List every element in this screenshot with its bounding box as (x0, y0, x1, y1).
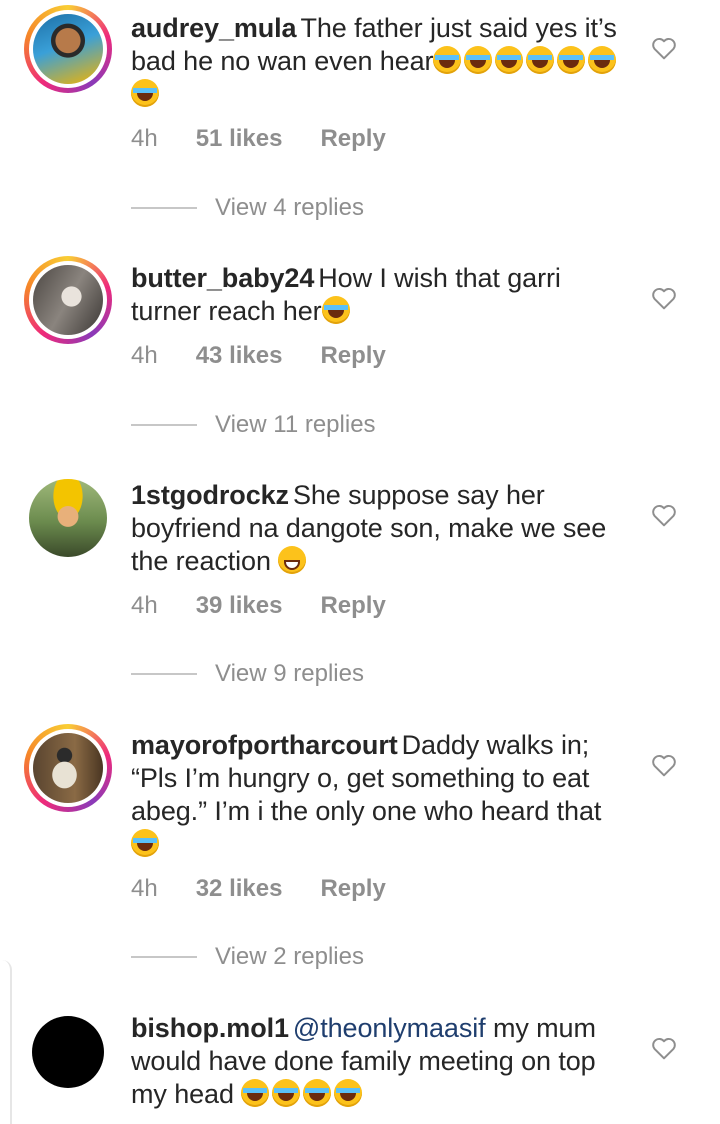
like-heart-icon[interactable] (651, 1036, 677, 1060)
tears-of-joy-emoji-icon (495, 46, 524, 74)
grinning-emoji-icon (278, 546, 307, 574)
comment-meta: 4h 39 likes Reply (131, 592, 424, 620)
tears-of-joy-emoji-icon (588, 46, 617, 74)
tears-of-joy-emoji-icon (321, 296, 350, 324)
avatar-image (33, 14, 103, 84)
comment-meta: 4h 51 likes Reply (131, 125, 424, 153)
comment-time: 4h (131, 342, 158, 369)
tears-of-joy-emoji-icon (131, 79, 159, 107)
tears-of-joy-emoji-icon (303, 1079, 332, 1107)
view-replies-button[interactable]: View 4 replies (131, 194, 364, 222)
tears-of-joy-emoji-icon (557, 46, 586, 74)
avatar[interactable] (24, 724, 112, 812)
view-replies-label: View 9 replies (215, 660, 364, 687)
tears-of-joy-emoji-icon (131, 829, 159, 857)
divider (131, 956, 197, 958)
view-replies-label: View 2 replies (215, 943, 364, 970)
avatar[interactable] (24, 256, 112, 344)
tears-of-joy-emoji-icon (334, 1079, 363, 1107)
avatar-image (32, 1016, 104, 1088)
like-heart-icon[interactable] (651, 503, 677, 527)
reply-button[interactable]: Reply (320, 592, 385, 619)
view-replies-label: View 11 replies (215, 411, 376, 438)
scroll-edge (0, 960, 12, 1124)
comment-username[interactable]: 1stgodrockz (131, 480, 289, 510)
tears-of-joy-emoji-icon (464, 46, 493, 74)
avatar-image (29, 479, 107, 557)
comment-meta: 4h 43 likes Reply (131, 342, 424, 370)
comment-text: 1stgodrockz She suppose say her boyfriend… (131, 479, 631, 578)
comment-username[interactable]: butter_baby24 (131, 263, 314, 293)
likes-count[interactable]: 51 likes (196, 125, 283, 152)
avatar[interactable] (24, 474, 112, 562)
comment-text: audrey_mula The father just said yes it’s… (131, 12, 631, 111)
likes-count[interactable]: 32 likes (196, 875, 283, 902)
tears-of-joy-emoji-icon (272, 1079, 301, 1107)
comment-text: mayorofportharcourt Daddy walks in; “Pls … (131, 729, 631, 861)
comment-text: butter_baby24 How I wish that garri turne… (131, 262, 631, 328)
comment-time: 4h (131, 125, 158, 152)
tears-of-joy-emoji-icon (526, 46, 555, 74)
divider (131, 424, 197, 426)
like-heart-icon[interactable] (651, 286, 677, 310)
comment-time: 4h (131, 592, 158, 619)
avatar[interactable] (24, 5, 112, 93)
view-replies-label: View 4 replies (215, 194, 364, 221)
comment-meta: 4h 32 likes Reply (131, 875, 424, 903)
comment-text: bishop.mol1 @theonlymaasif my mum would h… (131, 1012, 631, 1111)
reply-button[interactable]: Reply (320, 875, 385, 902)
mention-link[interactable]: @theonlymaasif (293, 1013, 486, 1043)
comment-username[interactable]: mayorofportharcourt (131, 730, 398, 760)
likes-count[interactable]: 43 likes (196, 342, 283, 369)
likes-count[interactable]: 39 likes (196, 592, 283, 619)
comment-username[interactable]: audrey_mula (131, 13, 297, 43)
divider (131, 673, 197, 675)
avatar-image (33, 733, 103, 803)
comment-username[interactable]: bishop.mol1 (131, 1013, 289, 1043)
avatar-image (33, 265, 103, 335)
comment-time: 4h (131, 875, 158, 902)
reply-button[interactable]: Reply (320, 125, 385, 152)
avatar[interactable] (24, 1008, 112, 1096)
like-heart-icon[interactable] (651, 36, 677, 60)
reply-button[interactable]: Reply (320, 342, 385, 369)
view-replies-button[interactable]: View 9 replies (131, 660, 364, 688)
like-heart-icon[interactable] (651, 753, 677, 777)
tears-of-joy-emoji-icon (433, 46, 462, 74)
tears-of-joy-emoji-icon (241, 1079, 270, 1107)
view-replies-button[interactable]: View 2 replies (131, 943, 364, 971)
divider (131, 207, 197, 209)
view-replies-button[interactable]: View 11 replies (131, 411, 376, 439)
